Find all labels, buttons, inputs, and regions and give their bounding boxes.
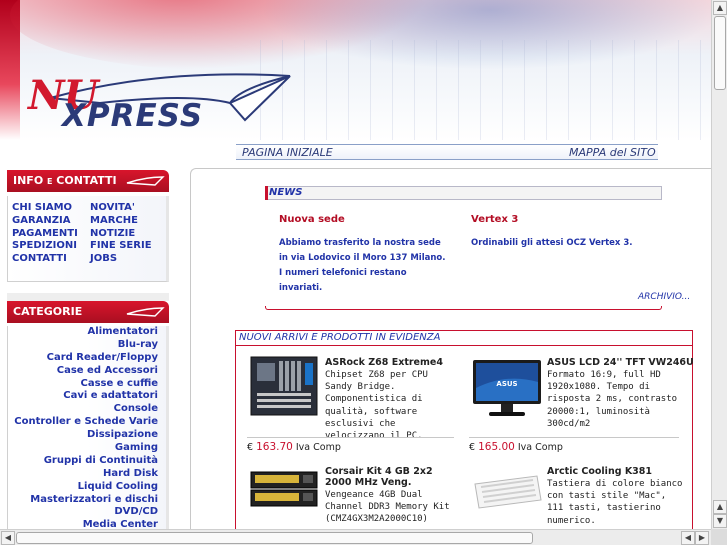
link-fine-serie[interactable]: FINE SERIE (90, 240, 152, 251)
category-link[interactable]: Blu-ray (8, 339, 166, 352)
info-links-box: CHI SIAMO NOVITA' GARANZIA MARCHE PAGAME… (7, 196, 169, 282)
news-text: Abbiamo trasferito la nostra sede in via… (279, 238, 446, 293)
category-link[interactable]: DVD/CD (8, 506, 166, 519)
link-contatti[interactable]: CONTATTI (12, 253, 67, 264)
product-description: Tastiera di colore bianco con tasti stil… (547, 479, 683, 526)
news-divider (265, 306, 662, 310)
category-link[interactable]: Gaming (8, 442, 166, 455)
news-title[interactable]: Nuova sede (279, 214, 345, 225)
scroll-down-icon[interactable]: ▼ (713, 514, 727, 528)
product-description: Chipset Z68 per CPU Sandy Bridge. Compon… (325, 370, 428, 441)
scroll-left-icon[interactable]: ◀ (681, 531, 695, 545)
info-section-title: INFO E CONTATTI (13, 174, 117, 187)
nav-sitemap-link[interactable]: MAPPA del SITO (569, 146, 656, 159)
category-link[interactable]: Cavi e adattatori (8, 390, 166, 403)
horizontal-scroll-thumb[interactable] (16, 532, 533, 544)
category-link[interactable]: Dissipazione (8, 429, 166, 442)
motherboard-product-image[interactable] (249, 355, 319, 417)
link-notizie[interactable]: NOTIZIE (90, 228, 135, 239)
news-title[interactable]: Vertex 3 (471, 214, 518, 225)
news-archive-link[interactable]: ARCHIVIO... (638, 292, 690, 302)
categories-section-title: CATEGORIE (13, 305, 83, 318)
nav-home-link[interactable]: PAGINA INIZIALE (242, 146, 333, 159)
scroll-up-icon[interactable]: ▲ (713, 500, 727, 514)
category-link[interactable]: Controller e Schede Varie (8, 416, 166, 429)
category-link[interactable]: Alimentatori (8, 326, 166, 339)
link-spedizioni[interactable]: SPEDIZIONI (12, 240, 77, 251)
category-link[interactable]: Media Center (8, 519, 166, 529)
swoosh-icon (126, 307, 165, 317)
category-link[interactable]: Gruppi di Continuità (8, 455, 166, 468)
logo-xpress[interactable]: XPRESS (62, 98, 203, 134)
categories-section-header: CATEGORIE (7, 301, 169, 323)
horizontal-scrollbar[interactable]: ◀ ◀ ▶ (0, 529, 711, 545)
link-jobs[interactable]: JOBS (90, 253, 117, 264)
keyboard-product-image[interactable] (471, 472, 543, 512)
link-garanzia[interactable]: GARANZIA (12, 215, 70, 226)
link-pagamenti[interactable]: PAGAMENTI (12, 228, 78, 239)
top-navigation: PAGINA INIZIALE MAPPA del SITO (236, 144, 658, 160)
swoosh-icon (126, 176, 165, 186)
scroll-left-icon[interactable]: ◀ (1, 531, 15, 545)
categories-box: Alimentatori Blu-ray Card Reader/Floppy … (7, 326, 169, 529)
scroll-right-icon[interactable]: ▶ (695, 531, 709, 545)
product-title[interactable]: ASUS LCD 24'' TFT VW246U (547, 357, 694, 368)
product-description: Vengeance 4GB Dual Channel DDR3 Memory K… (325, 490, 450, 525)
category-link[interactable]: Case ed Accessori (8, 365, 166, 378)
info-section-header: INFO E CONTATTI (7, 170, 169, 192)
product-price: € 165.00 Iva Comp (469, 441, 563, 453)
category-link[interactable]: Masterizzatori e dischi (8, 494, 166, 507)
category-link[interactable]: Console (8, 403, 166, 416)
monitor-product-image[interactable]: ASUS (471, 358, 543, 420)
vertical-scrollbar[interactable]: ▲ ▲ ▼ (711, 0, 727, 529)
product-title[interactable]: ASRock Z68 Extreme4 (325, 357, 443, 368)
category-link[interactable]: Casse e cuffie (8, 378, 166, 391)
news-heading: NEWS (265, 186, 662, 200)
scroll-up-icon[interactable]: ▲ (713, 1, 727, 15)
category-link[interactable]: Hard Disk (8, 468, 166, 481)
product-description: Formato 16:9, full HD 1920x1080. Tempo d… (547, 370, 678, 429)
news-text: Ordinabili gli attesi OCZ Vertex 3. (471, 238, 633, 248)
link-novita[interactable]: NOVITA' (90, 202, 135, 213)
svg-text:ASUS: ASUS (496, 380, 517, 388)
memory-product-image[interactable] (249, 466, 319, 512)
product-title[interactable]: Corsair Kit 4 GB 2x2 2000 MHz Veng. (325, 466, 455, 488)
link-marche[interactable]: MARCHE (90, 215, 138, 226)
vertical-scroll-thumb[interactable] (714, 16, 726, 90)
link-chi-siamo[interactable]: CHI SIAMO (12, 202, 72, 213)
featured-heading: NUOVI ARRIVI E PRODOTTI IN EVIDENZA (239, 332, 441, 343)
product-title[interactable]: Arctic Cooling K381 (547, 466, 652, 477)
browser-viewport: NU XPRESS PAGINA INIZIALE MAPPA del SITO… (0, 0, 711, 529)
product-price: € 163.70 Iva Comp (247, 441, 341, 453)
header-banner: NU XPRESS (0, 0, 711, 140)
category-link[interactable]: Liquid Cooling (8, 481, 166, 494)
category-link[interactable]: Card Reader/Floppy (8, 352, 166, 365)
